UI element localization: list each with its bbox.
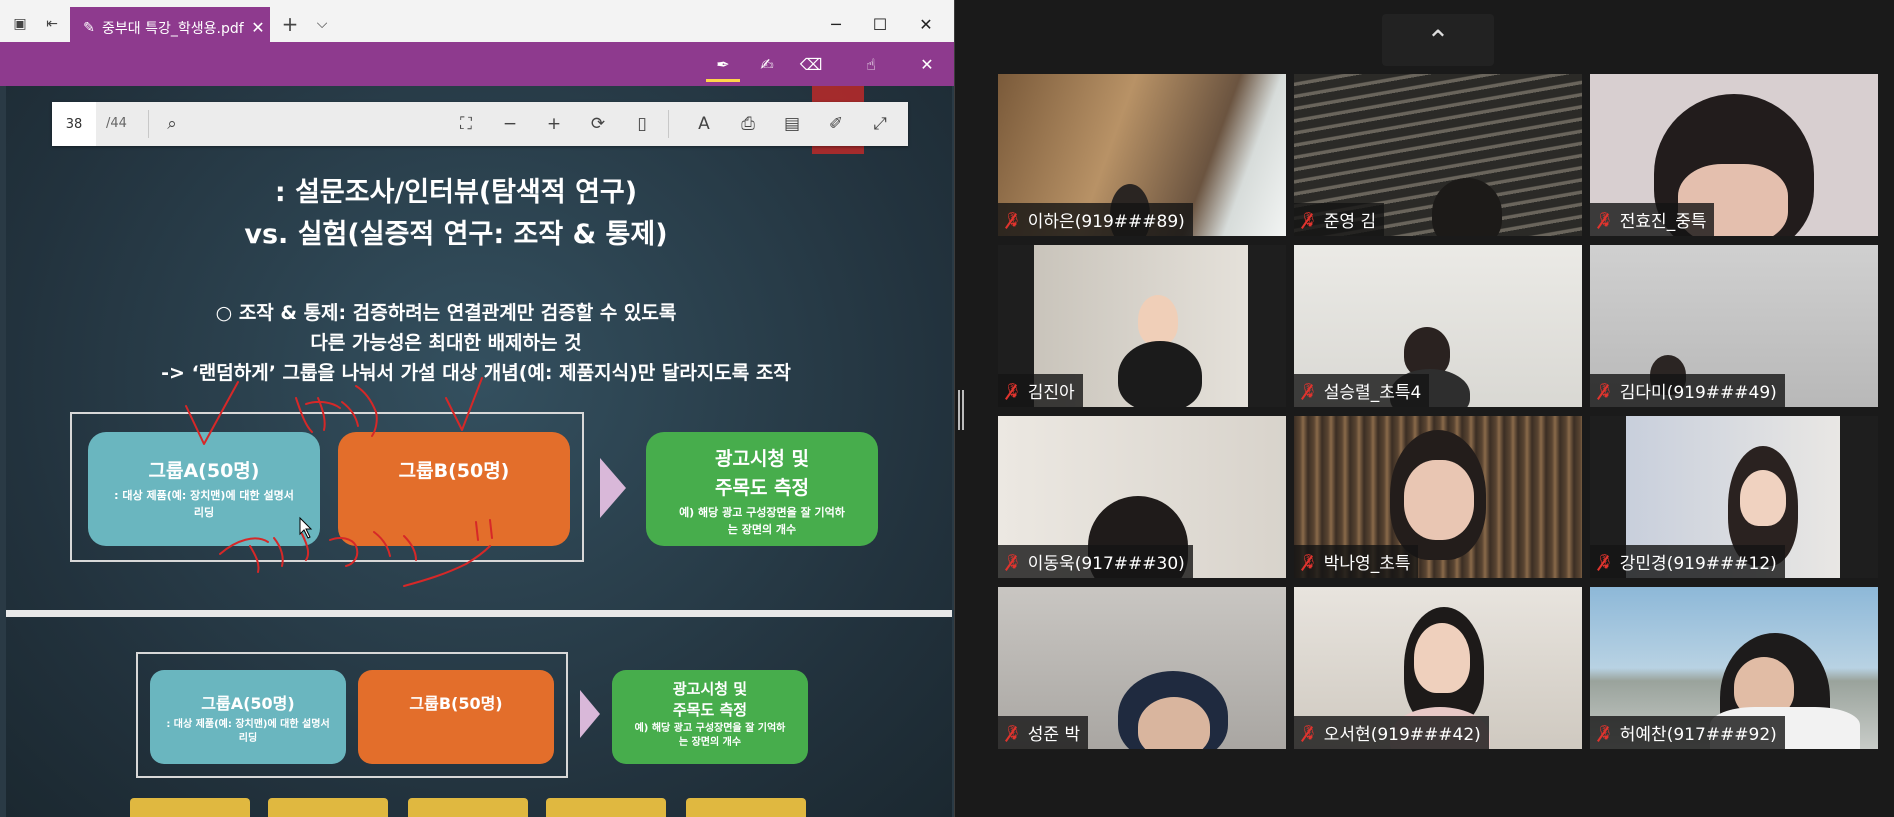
- muted-mic-icon: 🎙: [1004, 211, 1022, 228]
- participant-video-tile[interactable]: 🎙 김다미(919###49): [1590, 245, 1878, 407]
- muted-mic-icon: 🎙: [1300, 211, 1318, 228]
- participant-name-label: 🎙 설승렬_초특4: [1294, 374, 1430, 407]
- muted-mic-icon: 🎙: [1596, 382, 1614, 399]
- participant-video-tile[interactable]: 🎙 허예찬(917###92): [1590, 587, 1878, 749]
- participant-face: [1414, 623, 1470, 693]
- participant-video-tile[interactable]: 🎙 이동욱(917###30): [998, 416, 1286, 578]
- muted-mic-icon: 🎙: [1596, 553, 1614, 570]
- participant-name-label: 🎙 이하은(919###89): [998, 203, 1193, 236]
- participant-face: [1138, 295, 1178, 345]
- muted-mic-icon: 🎙: [1004, 553, 1022, 570]
- participant-name-label: 🎙 허예찬(917###92): [1590, 716, 1785, 749]
- participant-video-tile[interactable]: 🎙 전효진_중특: [1590, 74, 1878, 236]
- participant-video-tile[interactable]: 🎙 성준 박: [998, 587, 1286, 749]
- new-tab-button[interactable]: +: [280, 12, 300, 36]
- close-ink-toolbar-icon[interactable]: ✕: [910, 49, 944, 79]
- muted-mic-icon: 🎙: [1300, 382, 1318, 399]
- panel-resize-handle[interactable]: [958, 390, 964, 430]
- participant-name-label: 🎙 성준 박: [998, 716, 1089, 749]
- maximize-button[interactable]: ☐: [862, 10, 898, 38]
- tab-actions-icon[interactable]: ▣: [10, 14, 30, 34]
- tab-list-chevron-icon[interactable]: ⌵: [312, 14, 332, 34]
- touch-write-icon[interactable]: ☝: [854, 49, 888, 79]
- participant-video-tile[interactable]: 🎙 오서현(919###42): [1294, 587, 1582, 749]
- muted-mic-icon: 🎙: [1300, 553, 1318, 570]
- tab-close-icon[interactable]: ✕: [246, 18, 270, 37]
- participant-figure: [1118, 341, 1202, 407]
- close-window-button[interactable]: ✕: [908, 10, 944, 38]
- participant-name-label: 🎙 이동욱(917###30): [998, 545, 1193, 578]
- highlight-icon[interactable]: ✍: [750, 49, 784, 79]
- eraser-icon[interactable]: ⌫: [794, 49, 828, 79]
- tab-title: 중부대 특강_학생용.pdf: [102, 20, 244, 37]
- participant-figure: [1432, 178, 1502, 236]
- pdf-pen-icon: ✎: [83, 19, 95, 36]
- participant-face: [1138, 697, 1210, 749]
- muted-mic-icon: 🎙: [1004, 382, 1022, 399]
- participant-video-tile[interactable]: 🎙 설승렬_초특4: [1294, 245, 1582, 407]
- pdf-viewer-window: ▣ ⇤ ✎ 중부대 특강_학생용.pdf ✕ + ⌵ ─ ☐ ✕ ✒ ✍ ⌫ ☝…: [0, 0, 955, 817]
- participant-name-label: 🎙 박나영_초특: [1294, 545, 1419, 578]
- muted-mic-icon: 🎙: [1300, 724, 1318, 741]
- participant-name-label: 🎙 김다미(919###49): [1590, 374, 1785, 407]
- participant-video-tile[interactable]: 🎙 김진아: [998, 245, 1286, 407]
- tab-bar: ▣ ⇤ ✎ 중부대 특강_학생용.pdf ✕ + ⌵ ─ ☐ ✕: [0, 0, 954, 48]
- participant-face: [1404, 460, 1474, 540]
- participant-face: [1740, 470, 1786, 526]
- pdf-page-area[interactable]: 38 /44 ⌕ ⛶ − + ⟳ ▯ A ⎙ ▤ ✐ ⤢ : 설문조사/인터뷰(…: [6, 86, 952, 817]
- participant-video-tile[interactable]: 🎙 강민경(919###12): [1590, 416, 1878, 578]
- muted-mic-icon: 🎙: [1596, 211, 1614, 228]
- muted-mic-icon: 🎙: [1596, 724, 1614, 741]
- collapse-gallery-button[interactable]: ⌃: [1382, 14, 1494, 66]
- ink-annotations: [185, 377, 493, 587]
- participant-name-label: 🎙 김진아: [998, 374, 1083, 407]
- participant-name-label: 🎙 강민경(919###12): [1590, 545, 1785, 578]
- draw-pen-icon[interactable]: ✒: [706, 49, 740, 82]
- participant-name-label: 🎙 오서현(919###42): [1294, 716, 1489, 749]
- participant-name-label: 🎙 준영 김: [1294, 203, 1385, 236]
- participant-video-tile[interactable]: 🎙 준영 김: [1294, 74, 1582, 236]
- muted-mic-icon: 🎙: [1004, 724, 1022, 741]
- tab-aside-icon[interactable]: ⇤: [42, 14, 62, 34]
- participant-name-label: 🎙 전효진_중특: [1590, 203, 1715, 236]
- ink-toolbar: ✒ ✍ ⌫ ☝ ✕: [0, 42, 954, 86]
- minimize-button[interactable]: ─: [818, 10, 854, 38]
- participant-video-tile[interactable]: 🎙 이하은(919###89): [998, 74, 1286, 236]
- participant-video-tile[interactable]: 🎙 박나영_초특: [1294, 416, 1582, 578]
